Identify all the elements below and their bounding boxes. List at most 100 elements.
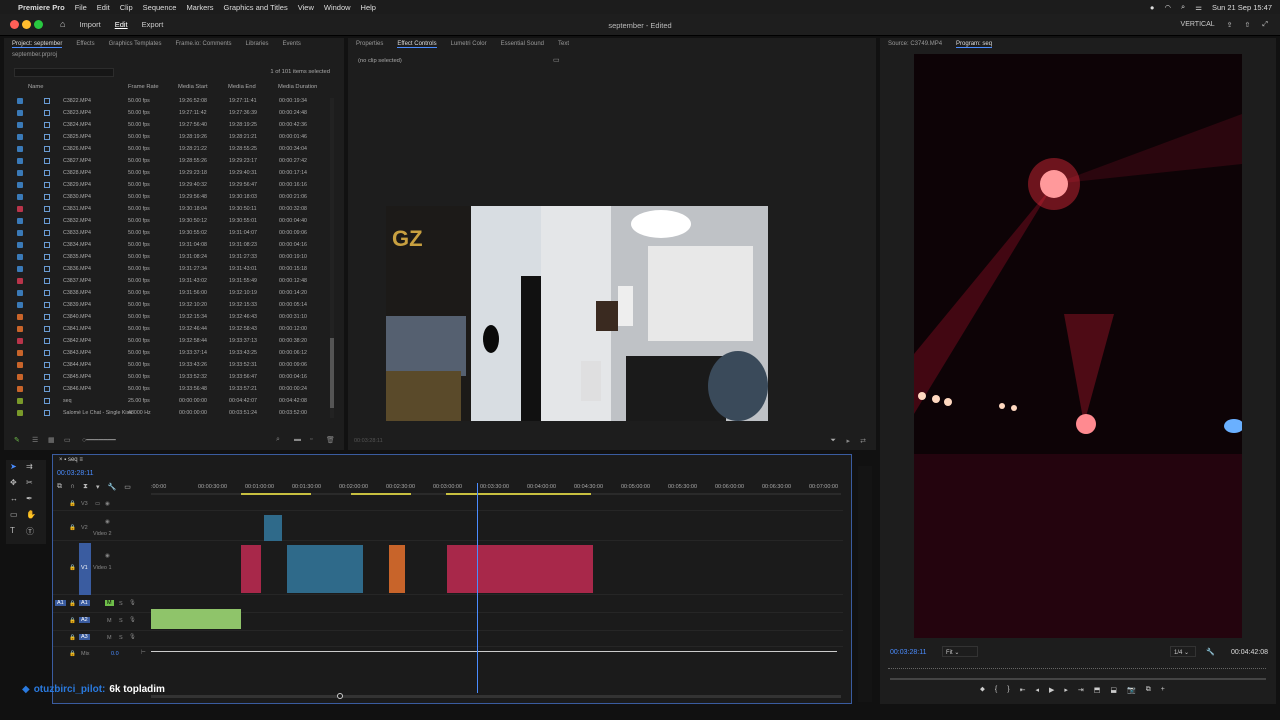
color-label-swatch[interactable] xyxy=(17,110,23,116)
list-item[interactable]: C3825.MP4 50.00 fps 19:28:19:26 19:28:21:21… xyxy=(4,131,324,143)
color-label-swatch[interactable] xyxy=(17,266,23,272)
control-center-icon[interactable]: ⚌ xyxy=(1195,3,1202,12)
eye-icon[interactable]: ◉ xyxy=(105,519,110,525)
export-frame-icon[interactable]: 📷 xyxy=(1127,686,1136,694)
tab-graphics-templates[interactable]: Graphics Templates xyxy=(109,41,162,47)
color-label-swatch[interactable] xyxy=(17,182,23,188)
color-label-swatch[interactable] xyxy=(17,230,23,236)
solo-button[interactable]: S xyxy=(119,618,123,624)
sync-icon[interactable]: ▭ xyxy=(95,501,100,507)
list-item[interactable]: C3846.MP4 50.00 fps 19:33:56:48 19:33:57:21… xyxy=(4,383,324,395)
mic-icon[interactable]: 🎙 xyxy=(129,617,136,623)
lock-icon[interactable]: 🔒 xyxy=(69,651,76,657)
tab-properties[interactable]: Properties xyxy=(356,41,383,47)
add-button-icon[interactable]: + xyxy=(1161,686,1165,694)
search-input[interactable] xyxy=(14,68,114,77)
timeline-timecode[interactable]: 00:03:28:11 xyxy=(57,470,93,477)
wifi-icon[interactable]: ◠ xyxy=(1164,3,1171,12)
lock-icon[interactable]: 🔒 xyxy=(69,565,76,571)
find-icon[interactable]: ⌕ xyxy=(276,436,280,444)
col-media-start[interactable]: Media Start xyxy=(178,84,228,94)
color-label-swatch[interactable] xyxy=(17,254,23,260)
color-label-swatch[interactable] xyxy=(17,158,23,164)
menu-sequence[interactable]: Sequence xyxy=(143,3,177,12)
audio-clip[interactable] xyxy=(151,609,241,629)
list-item[interactable]: C3842.MP4 50.00 fps 19:32:58:44 19:33:37:13… xyxy=(4,335,324,347)
play-icon[interactable]: ▶ xyxy=(1049,686,1054,694)
list-item[interactable]: C3839.MP4 50.00 fps 19:32:10:20 19:32:15:33… xyxy=(4,299,324,311)
captions-icon[interactable]: ▭ xyxy=(124,483,131,491)
color-label-swatch[interactable] xyxy=(17,218,23,224)
caption-tool-icon[interactable]: Ⓣ xyxy=(26,526,34,537)
fullscreen-icon[interactable]: ⤢ xyxy=(1262,21,1268,29)
eye-icon[interactable]: ◉ xyxy=(105,501,110,507)
list-item[interactable]: C3844.MP4 50.00 fps 19:33:43:26 19:33:52:31… xyxy=(4,359,324,371)
track-label-v1[interactable]: V1 xyxy=(81,565,88,571)
source-patch-a1[interactable]: A1 xyxy=(55,600,66,606)
color-label-swatch[interactable] xyxy=(17,350,23,356)
new-item-icon[interactable]: ▫ xyxy=(310,436,312,443)
list-scrollbar[interactable] xyxy=(330,98,334,418)
fit-select[interactable]: Fit ⌄ xyxy=(942,646,978,657)
list-item[interactable]: C3837.MP4 50.00 fps 19:31:43:02 19:31:55:49… xyxy=(4,275,324,287)
timeline-clip[interactable] xyxy=(241,545,261,593)
color-label-swatch[interactable] xyxy=(17,338,23,344)
comparison-icon[interactable]: ⧉ xyxy=(1146,686,1151,694)
settings-icon[interactable]: 🔧 xyxy=(107,483,116,491)
pen-tool-icon[interactable]: ✒ xyxy=(26,494,33,503)
zoom-slider[interactable]: ○━━━━━━━ xyxy=(82,436,116,444)
list-item[interactable]: C3833.MP4 50.00 fps 19:30:55:02 19:31:04:07… xyxy=(4,227,324,239)
linked-selection-icon[interactable]: ⧗ xyxy=(83,483,88,491)
playhead[interactable] xyxy=(477,483,478,693)
menu-help[interactable]: Help xyxy=(361,3,376,12)
lock-icon[interactable]: 🔒 xyxy=(69,618,76,624)
color-label-swatch[interactable] xyxy=(17,302,23,308)
timeline-clip[interactable] xyxy=(264,515,282,541)
track-select-tool-icon[interactable]: ⇉ xyxy=(26,462,33,471)
color-label-swatch[interactable] xyxy=(17,374,23,380)
freeform-view-icon[interactable]: ▭ xyxy=(64,436,71,444)
marker-icon[interactable]: ⬥ xyxy=(980,686,985,694)
col-media-duration[interactable]: Media Duration xyxy=(278,84,334,94)
hand-tool-icon[interactable]: ✋ xyxy=(26,510,36,519)
menu-view[interactable]: View xyxy=(298,3,314,12)
trash-icon[interactable]: 🗑 xyxy=(326,436,335,444)
timeline-clip[interactable] xyxy=(389,545,405,593)
timeline-scrollbar[interactable] xyxy=(151,693,841,699)
color-label-swatch[interactable] xyxy=(17,290,23,296)
tab-program[interactable]: Program: seq xyxy=(956,41,993,48)
razor-tool-icon[interactable]: ✂ xyxy=(26,478,33,487)
color-label-swatch[interactable] xyxy=(17,278,23,284)
settings-icon[interactable]: 🔧 xyxy=(1206,648,1215,656)
tab-lumetri-color[interactable]: Lumetri Color xyxy=(451,41,487,47)
mark-out-icon[interactable]: } xyxy=(1007,686,1009,694)
selection-tool-icon[interactable]: ➤ xyxy=(10,462,17,471)
col-frame-rate[interactable]: Frame Rate xyxy=(128,84,178,94)
color-label-swatch[interactable] xyxy=(17,326,23,332)
mute-button[interactable]: M xyxy=(107,635,112,641)
list-item[interactable]: C3826.MP4 50.00 fps 19:28:21:22 19:28:55:25… xyxy=(4,143,324,155)
color-label-swatch[interactable] xyxy=(17,398,23,404)
menu-file[interactable]: File xyxy=(75,3,87,12)
color-label-swatch[interactable] xyxy=(17,134,23,140)
program-timecode[interactable]: 00:03:28:11 xyxy=(890,649,926,656)
col-media-end[interactable]: Media End xyxy=(228,84,278,94)
list-item[interactable]: C3829.MP4 50.00 fps 19:29:40:32 19:29:56:47… xyxy=(4,179,324,191)
new-bin-icon[interactable]: ▬ xyxy=(294,436,301,443)
menu-edit[interactable]: Edit xyxy=(97,3,110,12)
list-item[interactable]: C3843.MP4 50.00 fps 19:33:37:14 19:33:43:25… xyxy=(4,347,324,359)
col-name[interactable]: Name xyxy=(4,84,128,94)
solo-button[interactable]: S xyxy=(119,601,123,607)
add-marker-icon[interactable]: ▾ xyxy=(96,483,100,491)
timeline-clip[interactable] xyxy=(287,545,363,593)
tab-effect-controls[interactable]: Effect Controls xyxy=(397,41,437,48)
track-label-a2[interactable]: A2 xyxy=(79,617,90,623)
color-label-swatch[interactable] xyxy=(17,410,23,416)
search-icon[interactable]: ⌕ xyxy=(1181,2,1185,12)
list-item[interactable]: C3836.MP4 50.00 fps 19:31:27:34 19:31:43:01… xyxy=(4,263,324,275)
tab-events[interactable]: Events xyxy=(283,41,301,47)
menu-window[interactable]: Window xyxy=(324,3,351,12)
track-label-v2[interactable]: V2 xyxy=(81,525,88,531)
panel-menu-icon[interactable]: ▭ xyxy=(553,56,560,64)
lock-icon[interactable]: 🔒 xyxy=(69,601,76,607)
